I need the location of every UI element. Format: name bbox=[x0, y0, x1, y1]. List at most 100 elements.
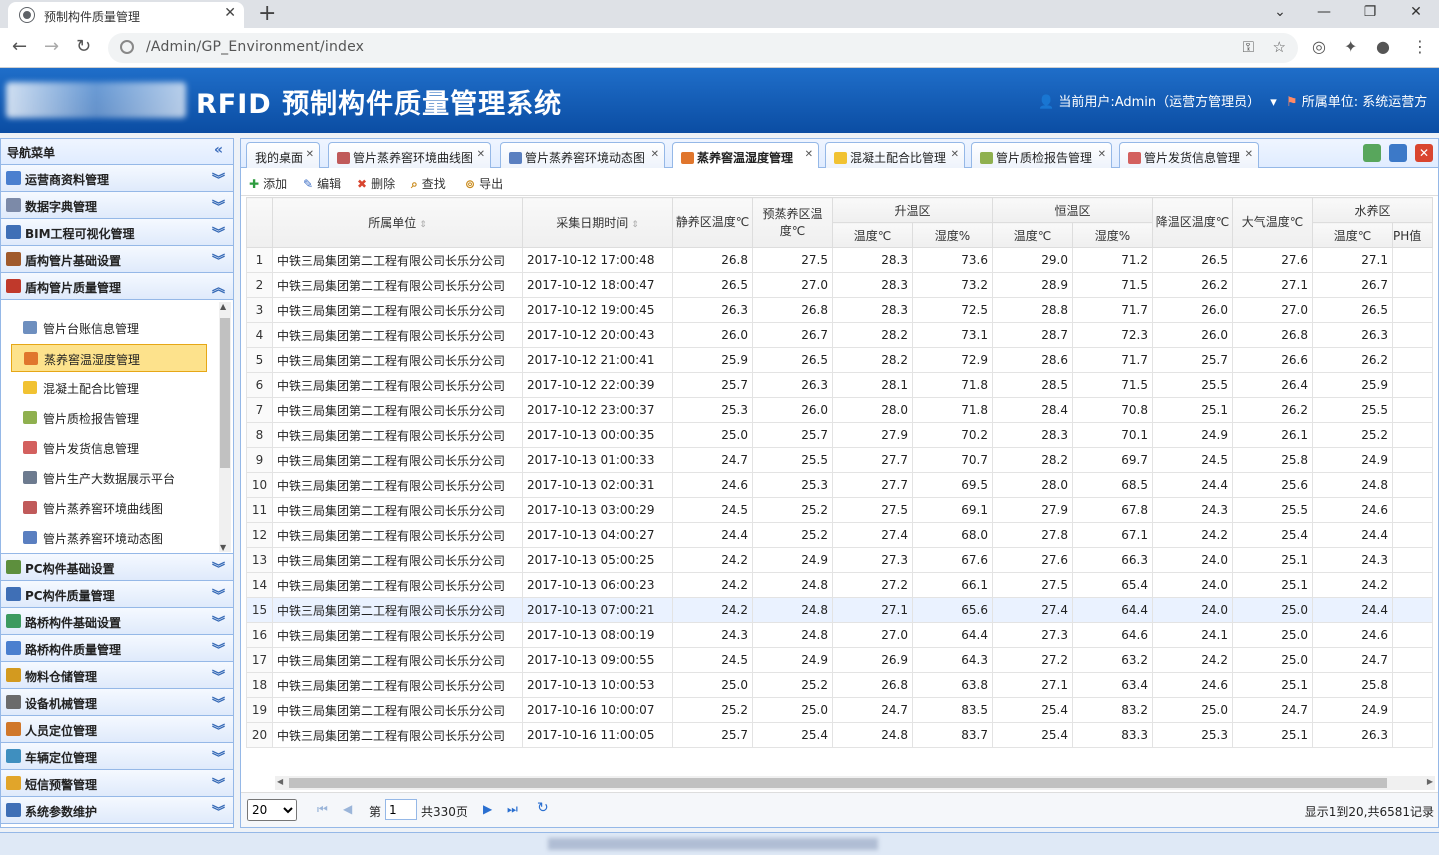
page-tab[interactable]: 管片质检报告管理 ✕ bbox=[971, 142, 1112, 168]
close-all-tabs-icon[interactable]: ✕ bbox=[1415, 144, 1433, 162]
close-tab-icon[interactable]: ✕ bbox=[805, 149, 813, 160]
browser-tab[interactable]: 预制构件质量管理 ✕ bbox=[8, 2, 244, 28]
table-row[interactable]: 9 中铁三局集团第二工程有限公司长乐分公司 2017-10-13 01:00:33 2… bbox=[246, 447, 1433, 473]
sidebar-sub-item[interactable]: 管片生产大数据展示平台 bbox=[11, 464, 207, 492]
chevron-down-icon[interactable]: ︾ bbox=[212, 585, 225, 604]
site-info-icon[interactable] bbox=[120, 40, 134, 54]
url-field[interactable]: /Admin/GP_Environment/index ⚿ ☆ bbox=[108, 33, 1298, 63]
column-header-fall[interactable]: 降温区温度℃ bbox=[1152, 197, 1233, 248]
next-page-icon[interactable]: ▶ bbox=[483, 802, 492, 816]
page-size-select[interactable]: 20 bbox=[247, 799, 297, 821]
close-tab-icon[interactable]: ✕ bbox=[951, 149, 959, 160]
column-header-const-hum[interactable]: 湿度% bbox=[1072, 222, 1153, 248]
column-header-rise-hum[interactable]: 湿度% bbox=[912, 222, 993, 248]
sidebar-sub-item[interactable]: 管片台账信息管理 bbox=[11, 314, 207, 342]
scroll-left-icon[interactable]: ◀ bbox=[277, 777, 283, 786]
table-row[interactable]: 3 中铁三局集团第二工程有限公司长乐分公司 2017-10-12 19:00:45 2… bbox=[246, 297, 1433, 323]
chevron-down-icon[interactable]: ︾ bbox=[212, 558, 225, 577]
nav-group[interactable]: 短信预警管理 ︾ bbox=[1, 770, 233, 797]
scroll-up-icon[interactable]: ▲ bbox=[220, 302, 226, 311]
table-row[interactable]: 13 中铁三局集团第二工程有限公司长乐分公司 2017-10-13 05:00:25… bbox=[246, 547, 1433, 573]
chevron-down-icon[interactable]: ︾ bbox=[212, 612, 225, 631]
extension-icon[interactable]: ◎ bbox=[1312, 37, 1326, 56]
table-row[interactable]: 15 中铁三局集团第二工程有限公司长乐分公司 2017-10-13 07:00:21… bbox=[246, 597, 1433, 623]
export-button[interactable]: ⊚ 导出 bbox=[465, 175, 503, 192]
refresh-tab-icon[interactable] bbox=[1363, 144, 1381, 162]
scroll-right-icon[interactable]: ▶ bbox=[1427, 777, 1433, 786]
page-tab[interactable]: 混凝土配合比管理 ✕ bbox=[825, 142, 965, 168]
profile-avatar-icon[interactable]: ● bbox=[1376, 37, 1390, 56]
column-header-water-temp[interactable]: 温度℃ bbox=[1312, 222, 1393, 248]
chevron-down-icon[interactable]: ︾ bbox=[212, 196, 225, 215]
table-row[interactable]: 1 中铁三局集团第二工程有限公司长乐分公司 2017-10-12 17:00:48 2… bbox=[246, 247, 1433, 273]
sidebar-sub-item[interactable]: 管片蒸养窖环境动态图 bbox=[11, 524, 207, 552]
nav-group[interactable]: PC构件基础设置 ︾ bbox=[1, 554, 233, 581]
chevron-down-icon[interactable]: ︾ bbox=[212, 223, 225, 242]
close-tab-icon[interactable]: ✕ bbox=[651, 149, 659, 160]
edit-button[interactable]: ✎ 编辑 bbox=[303, 175, 341, 192]
tab-search-icon[interactable]: ⌄ bbox=[1260, 4, 1300, 20]
column-header-static[interactable]: 静养区温度℃ bbox=[672, 197, 753, 248]
close-tab-icon[interactable]: ✕ bbox=[1245, 149, 1253, 160]
nav-group[interactable]: 车辆定位管理 ︾ bbox=[1, 743, 233, 770]
nav-group[interactable]: 路桥构件基础设置 ︾ bbox=[1, 608, 233, 635]
menu-dots-icon[interactable]: ⋮ bbox=[1412, 37, 1428, 56]
table-row[interactable]: 18 中铁三局集团第二工程有限公司长乐分公司 2017-10-13 10:00:53… bbox=[246, 672, 1433, 698]
chevron-down-icon[interactable]: ︾ bbox=[212, 801, 225, 820]
page-tab[interactable]: 管片蒸养窖环境曲线图 ✕ bbox=[328, 142, 491, 168]
nav-group[interactable]: 数据字典管理 ︾ bbox=[1, 192, 233, 219]
chevron-up-icon[interactable]: ︽ bbox=[212, 277, 225, 296]
page-tab[interactable]: 我的桌面 ✕ bbox=[246, 142, 320, 168]
table-row[interactable]: 14 中铁三局集团第二工程有限公司长乐分公司 2017-10-13 06:00:23… bbox=[246, 572, 1433, 598]
table-row[interactable]: 17 中铁三局集团第二工程有限公司长乐分公司 2017-10-13 09:00:55… bbox=[246, 647, 1433, 673]
table-row[interactable]: 6 中铁三局集团第二工程有限公司长乐分公司 2017-10-12 22:00:39 2… bbox=[246, 372, 1433, 398]
maximize-button[interactable]: ❐ bbox=[1350, 4, 1390, 20]
sidebar-sub-item[interactable]: 混凝土配合比管理 bbox=[11, 374, 207, 402]
last-page-icon[interactable]: ⏭ bbox=[507, 802, 518, 817]
table-row[interactable]: 2 中铁三局集团第二工程有限公司长乐分公司 2017-10-12 18:00:47 2… bbox=[246, 272, 1433, 298]
table-row[interactable]: 8 中铁三局集团第二工程有限公司长乐分公司 2017-10-13 00:00:35 2… bbox=[246, 422, 1433, 448]
column-header-air[interactable]: 大气温度℃ bbox=[1232, 197, 1313, 248]
fullscreen-icon[interactable] bbox=[1389, 144, 1407, 162]
minimize-button[interactable]: — bbox=[1304, 4, 1344, 20]
delete-button[interactable]: ✖ 删除 bbox=[357, 175, 395, 192]
horizontal-scrollbar[interactable]: ◀ ▶ bbox=[275, 776, 1435, 790]
table-row[interactable]: 16 中铁三局集团第二工程有限公司长乐分公司 2017-10-13 08:00:19… bbox=[246, 622, 1433, 648]
chevron-down-icon[interactable]: ︾ bbox=[212, 747, 225, 766]
nav-group[interactable]: BIM工程可视化管理 ︾ bbox=[1, 219, 233, 246]
nav-group[interactable]: 路桥构件质量管理 ︾ bbox=[1, 635, 233, 662]
forward-icon[interactable]: → bbox=[44, 36, 59, 57]
nav-group[interactable]: 人员定位管理 ︾ bbox=[1, 716, 233, 743]
page-tab[interactable]: 管片发货信息管理 ✕ bbox=[1119, 142, 1259, 168]
table-row[interactable]: 7 中铁三局集团第二工程有限公司长乐分公司 2017-10-12 23:00:37 2… bbox=[246, 397, 1433, 423]
back-icon[interactable]: ← bbox=[12, 36, 27, 57]
scroll-down-icon[interactable]: ▼ bbox=[220, 543, 226, 552]
close-window-button[interactable]: ✕ bbox=[1396, 4, 1436, 20]
table-row[interactable]: 11 中铁三局集团第二工程有限公司长乐分公司 2017-10-13 03:00:29… bbox=[246, 497, 1433, 523]
column-header-time[interactable]: 采集日期时间 ⇕ bbox=[522, 197, 673, 248]
search-button[interactable]: ⌕ 查找 bbox=[411, 175, 446, 192]
reload-icon[interactable]: ↻ bbox=[76, 36, 91, 57]
close-tab-icon[interactable]: ✕ bbox=[477, 149, 485, 160]
nav-group[interactable]: 设备机械管理 ︾ bbox=[1, 689, 233, 716]
sidebar-sub-item[interactable]: 管片蒸养窖环境曲线图 bbox=[11, 494, 207, 522]
column-header-const-temp[interactable]: 温度℃ bbox=[992, 222, 1073, 248]
nav-group[interactable]: 系统参数维护 ︾ bbox=[1, 797, 233, 824]
table-row[interactable]: 20 中铁三局集团第二工程有限公司长乐分公司 2017-10-16 11:00:05… bbox=[246, 722, 1433, 748]
page-tab[interactable]: 蒸养窖温湿度管理 ✕ bbox=[672, 142, 819, 169]
table-row[interactable]: 12 中铁三局集团第二工程有限公司长乐分公司 2017-10-13 04:00:27… bbox=[246, 522, 1433, 548]
chevron-down-icon[interactable]: ︾ bbox=[212, 639, 225, 658]
chevron-down-icon[interactable]: ︾ bbox=[212, 774, 225, 793]
table-row[interactable]: 10 中铁三局集团第二工程有限公司长乐分公司 2017-10-13 02:00:31… bbox=[246, 472, 1433, 498]
bookmark-star-icon[interactable]: ☆ bbox=[1273, 38, 1286, 56]
add-button[interactable]: ✚ 添加 bbox=[249, 175, 287, 192]
key-icon[interactable]: ⚿ bbox=[1243, 38, 1254, 56]
sidebar-scrollbar[interactable]: ▲ ▼ bbox=[219, 302, 231, 552]
prev-page-icon[interactable]: ◀ bbox=[343, 802, 352, 816]
column-header-pre[interactable]: 预蒸养区温度℃ bbox=[752, 197, 833, 248]
nav-group[interactable]: 运营商资料管理 ︾ bbox=[1, 165, 233, 192]
chevron-down-icon[interactable]: ︾ bbox=[212, 720, 225, 739]
refresh-icon[interactable]: ↻ bbox=[537, 800, 549, 816]
close-tab-icon[interactable]: ✕ bbox=[224, 5, 236, 21]
page-number-input[interactable] bbox=[385, 799, 417, 820]
